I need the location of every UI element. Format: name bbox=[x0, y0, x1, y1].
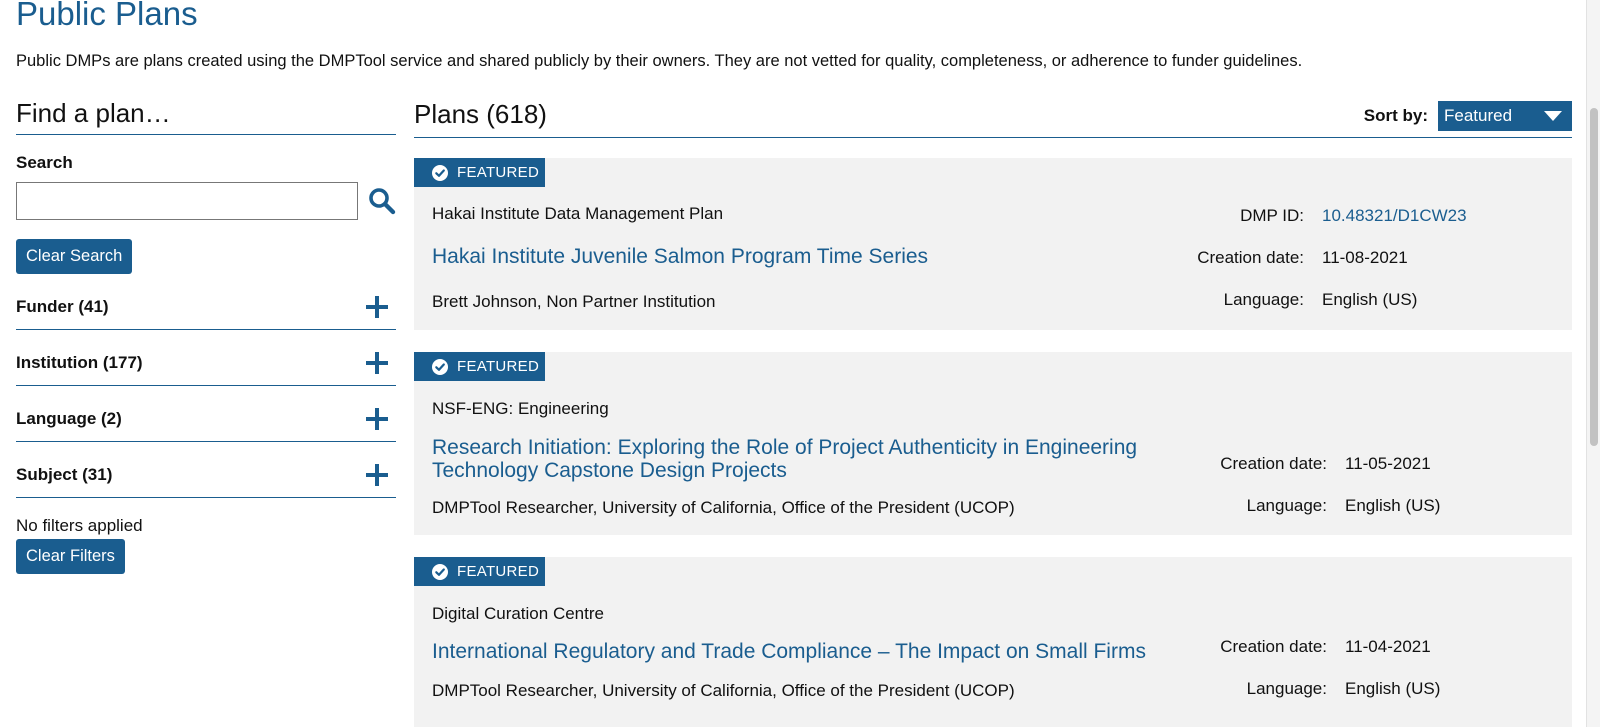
scrollbar-thumb[interactable] bbox=[1590, 108, 1598, 446]
creation-date-row: Creation date: 11-04-2021 bbox=[1072, 637, 1431, 657]
plan-title-line: Technology Capstone Design Projects bbox=[432, 459, 787, 482]
featured-badge: FEATURED bbox=[414, 352, 545, 381]
check-circle-icon bbox=[432, 563, 448, 580]
facet-institution[interactable]: Institution (177) bbox=[16, 330, 396, 386]
plan-card: FEATURED NSF-ENG: Engineering Research I… bbox=[414, 352, 1572, 535]
language-label: Language: bbox=[1223, 290, 1304, 309]
dmp-id-label: DMP ID: bbox=[1240, 206, 1304, 225]
language-value: English (US) bbox=[1322, 290, 1418, 309]
search-row bbox=[16, 182, 396, 220]
clear-filters-button[interactable]: Clear Filters bbox=[16, 539, 125, 574]
language-row: Language: English (US) bbox=[1072, 496, 1441, 516]
sort-value: Featured bbox=[1444, 106, 1513, 125]
search-icon bbox=[369, 188, 396, 215]
page-title: Public Plans bbox=[16, 0, 198, 32]
no-filters-text: No filters applied bbox=[16, 516, 143, 535]
find-plan-heading: Find a plan… bbox=[16, 96, 396, 135]
language-row: Language: English (US) bbox=[1072, 679, 1441, 699]
check-circle-icon bbox=[432, 164, 448, 181]
creation-date-label: Creation date: bbox=[1220, 454, 1327, 473]
featured-badge: FEATURED bbox=[414, 158, 545, 187]
badge-label: FEATURED bbox=[457, 358, 540, 375]
plan-card: FEATURED Hakai Institute Data Management… bbox=[414, 158, 1572, 330]
creation-date-row: Creation date: 11-05-2021 bbox=[1072, 454, 1431, 474]
facet-label: Language (2) bbox=[16, 408, 122, 428]
plus-icon[interactable] bbox=[366, 463, 388, 486]
plan-owner: Brett Johnson, Non Partner Institution bbox=[432, 292, 716, 311]
plus-icon[interactable] bbox=[366, 295, 388, 318]
search-button[interactable] bbox=[368, 187, 396, 215]
creation-date-label: Creation date: bbox=[1197, 248, 1304, 267]
creation-date-label: Creation date: bbox=[1220, 637, 1327, 656]
page-scrollbar[interactable] bbox=[1586, 0, 1600, 727]
creation-date-value: 11-04-2021 bbox=[1345, 637, 1431, 656]
language-value: English (US) bbox=[1345, 679, 1441, 698]
facet-list: Funder (41) Institution (177) Language (… bbox=[16, 274, 396, 498]
facet-label: Funder (41) bbox=[16, 296, 109, 316]
facet-label: Institution (177) bbox=[16, 352, 143, 372]
dmp-id-row: DMP ID: 10.48321/D1CW23 bbox=[1072, 206, 1467, 226]
plus-icon[interactable] bbox=[366, 407, 388, 430]
plan-template: Digital Curation Centre bbox=[432, 604, 604, 623]
facet-language[interactable]: Language (2) bbox=[16, 386, 396, 442]
plans-count-heading: Plans (618) bbox=[414, 99, 547, 129]
facet-funder[interactable]: Funder (41) bbox=[16, 274, 396, 330]
facet-subject[interactable]: Subject (31) bbox=[16, 442, 396, 498]
facet-label: Subject (31) bbox=[16, 464, 113, 484]
dmp-id-link[interactable]: 10.48321/D1CW23 bbox=[1322, 206, 1467, 226]
creation-date-row: Creation date: 11-08-2021 bbox=[1072, 248, 1408, 268]
plans-header: Plans (618) Sort by: Featured bbox=[414, 96, 1572, 138]
plan-owner: DMPTool Researcher, University of Califo… bbox=[432, 681, 1015, 700]
plan-title-link[interactable]: Research Initiation: Exploring the Role … bbox=[432, 436, 1137, 482]
language-label: Language: bbox=[1246, 496, 1327, 515]
check-circle-icon bbox=[432, 358, 448, 375]
language-row: Language: English (US) bbox=[1072, 290, 1418, 310]
featured-badge: FEATURED bbox=[414, 557, 545, 586]
plus-icon[interactable] bbox=[366, 351, 388, 374]
chevron-down-icon bbox=[1544, 111, 1562, 121]
creation-date-value: 11-05-2021 bbox=[1345, 454, 1431, 473]
sort-control: Sort by: Featured bbox=[1364, 101, 1572, 131]
filter-sidebar: Find a plan… Search Clear Search Funder … bbox=[16, 96, 396, 574]
plan-template: NSF-ENG: Engineering bbox=[432, 399, 609, 418]
search-input[interactable] bbox=[16, 182, 358, 220]
page-intro: Public DMPs are plans created using the … bbox=[16, 52, 1303, 70]
plans-main: Plans (618) Sort by: Featured FEATURED H… bbox=[414, 96, 1572, 727]
plan-owner: DMPTool Researcher, University of Califo… bbox=[432, 498, 1015, 517]
badge-label: FEATURED bbox=[457, 164, 540, 181]
badge-label: FEATURED bbox=[457, 563, 540, 580]
search-label: Search bbox=[16, 153, 73, 172]
plan-title-link[interactable]: Hakai Institute Juvenile Salmon Program … bbox=[432, 245, 928, 268]
plan-title-link[interactable]: International Regulatory and Trade Compl… bbox=[432, 640, 1146, 663]
language-value: English (US) bbox=[1345, 496, 1441, 515]
creation-date-value: 11-08-2021 bbox=[1322, 248, 1408, 267]
clear-search-button[interactable]: Clear Search bbox=[16, 239, 133, 274]
language-label: Language: bbox=[1246, 679, 1327, 698]
sort-select[interactable]: Featured bbox=[1438, 101, 1572, 131]
plan-title-line: Research Initiation: Exploring the Role … bbox=[432, 436, 1138, 459]
sort-label: Sort by: bbox=[1363, 106, 1428, 125]
plan-template: Hakai Institute Data Management Plan bbox=[432, 204, 724, 223]
plan-card: FEATURED Digital Curation Centre Interna… bbox=[414, 557, 1572, 727]
